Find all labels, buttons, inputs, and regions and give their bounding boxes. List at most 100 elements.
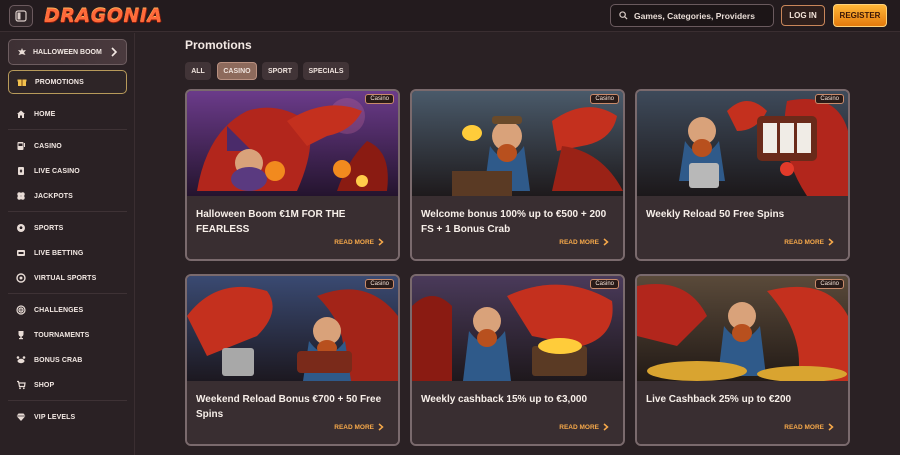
- sidebar-item-label: LIVE BETTING: [34, 249, 84, 257]
- top-header: DRAGONIA LOG IN REGISTER: [0, 0, 900, 32]
- casino-tag: Casino: [590, 279, 619, 289]
- promo-banner-image: Casino: [187, 91, 398, 196]
- crab-icon: [16, 356, 26, 364]
- read-more-link[interactable]: READ MORE: [559, 238, 609, 246]
- page-title: Promotions: [185, 38, 252, 52]
- promo-banner-image: Casino: [412, 276, 623, 381]
- casino-tag: Casino: [365, 94, 394, 104]
- chevron-right-icon: [603, 238, 609, 246]
- casino-tag: Casino: [590, 94, 619, 104]
- search-input[interactable]: [634, 10, 764, 21]
- promo-card-label: HALLOWEEN BOOM: [33, 48, 102, 56]
- sidebar-item-label: SPORTS: [34, 224, 64, 232]
- casino-tag: Casino: [815, 279, 844, 289]
- sidebar-item-promotions[interactable]: PROMOTIONS: [8, 70, 127, 94]
- promo-card-title: Welcome bonus 100% up to €500 + 200 FS +…: [421, 209, 607, 235]
- sidebar-item-label: PROMOTIONS: [35, 78, 84, 86]
- sidebar-item-label: BONUS CRAB: [34, 356, 83, 364]
- chevron-right-icon: [603, 423, 609, 431]
- home-icon: [17, 110, 25, 118]
- filter-chip-sport[interactable]: SPORT: [262, 62, 298, 80]
- sidebar-divider: [8, 293, 127, 294]
- promo-card-weekend-reload[interactable]: Casino Weekend Reload Bonus €700 + 50 Fr…: [185, 274, 400, 446]
- live-icon: [17, 250, 25, 256]
- sidebar-item-tournaments[interactable]: TOURNAMENTS: [8, 326, 127, 344]
- promo-card-title: Live Cashback 25% up to €200: [646, 394, 792, 405]
- read-more-label: READ MORE: [784, 423, 824, 431]
- read-more-link[interactable]: READ MORE: [784, 238, 834, 246]
- sidebar-item-shop[interactable]: SHOP: [8, 376, 127, 394]
- sidebar-item-bonus-crab[interactable]: BONUS CRAB: [8, 351, 127, 369]
- sidebar-item-casino[interactable]: CASINO: [8, 137, 127, 155]
- trophy-icon: [18, 331, 24, 340]
- sidebar-item-label: HOME: [34, 110, 56, 118]
- sidebar-item-label: LIVE CASINO: [34, 167, 80, 175]
- gift-icon: [17, 79, 27, 86]
- search-icon: [619, 11, 628, 20]
- sidebar-toggle-button[interactable]: [9, 5, 33, 27]
- read-more-label: READ MORE: [559, 238, 599, 246]
- promo-card-title: Weekly Reload 50 Free Spins: [646, 209, 785, 220]
- virtual-icon: [16, 273, 26, 283]
- promo-card-weekly-cashback[interactable]: Casino Weekly cashback 15% up to €3,000 …: [410, 274, 625, 446]
- read-more-label: READ MORE: [334, 423, 374, 431]
- sidebar-divider: [8, 129, 127, 130]
- cart-icon: [17, 380, 26, 390]
- soccer-ball-icon: [17, 224, 25, 232]
- filter-chip-all[interactable]: ALL: [185, 62, 211, 80]
- sidebar-item-vip-levels[interactable]: VIP LEVELS: [8, 408, 127, 426]
- chevron-right-icon: [111, 47, 118, 57]
- sidebar-item-jackpots[interactable]: JACKPOTS: [8, 187, 127, 205]
- casino-tag: Casino: [365, 279, 394, 289]
- chevron-right-icon: [378, 238, 384, 246]
- slot-machine-icon: [17, 142, 25, 150]
- chevron-right-icon: [378, 423, 384, 431]
- promo-card-title: Halloween Boom €1M FOR THE FEARLESS: [196, 209, 346, 235]
- login-button[interactable]: LOG IN: [781, 5, 825, 26]
- sidebar-item-label: CASINO: [34, 142, 62, 150]
- sidebar-item-sports[interactable]: SPORTS: [8, 219, 127, 237]
- sidebar-item-label: VIP LEVELS: [34, 413, 76, 421]
- diamond-icon: [16, 413, 26, 421]
- sidebar-item-label: VIRTUAL SPORTS: [34, 274, 97, 282]
- sidebar-item-challenges[interactable]: CHALLENGES: [8, 301, 127, 319]
- read-more-link[interactable]: READ MORE: [334, 423, 384, 431]
- sidebar-item-home[interactable]: HOME: [8, 105, 127, 123]
- search-box[interactable]: [610, 4, 774, 27]
- leaf-icon: [18, 48, 26, 55]
- read-more-label: READ MORE: [784, 238, 824, 246]
- sidebar-item-label: TOURNAMENTS: [34, 331, 90, 339]
- promo-banner-image: Casino: [637, 276, 848, 381]
- filter-chip-specials[interactable]: SPECIALS: [303, 62, 349, 80]
- sidebar: HALLOWEEN BOOM PROMOTIONS HOME CASINO LI…: [0, 33, 135, 455]
- sidebar-item-label: SHOP: [34, 381, 55, 389]
- promo-card-title: Weekly cashback 15% up to €3,000: [421, 394, 588, 405]
- sidebar-toggle-icon: [15, 10, 27, 22]
- clover-icon: [17, 192, 25, 200]
- read-more-label: READ MORE: [559, 423, 599, 431]
- sidebar-divider: [8, 400, 127, 401]
- promo-banner-image: Casino: [412, 91, 623, 196]
- filter-chip-casino[interactable]: CASINO: [217, 62, 257, 80]
- sidebar-item-label: CHALLENGES: [34, 306, 84, 314]
- promo-card-weekly-reload[interactable]: Casino Weekly Reload 50 Free Spins READ …: [635, 89, 850, 261]
- sidebar-item-live-betting[interactable]: LIVE BETTING: [8, 244, 127, 262]
- chevron-right-icon: [828, 238, 834, 246]
- promo-card-live-cashback[interactable]: Casino Live Cashback 25% up to €200 READ…: [635, 274, 850, 446]
- sidebar-item-live-casino[interactable]: LIVE CASINO: [8, 162, 127, 180]
- read-more-link[interactable]: READ MORE: [784, 423, 834, 431]
- card-icon: [18, 167, 24, 175]
- promo-card-halloween-boom[interactable]: Casino Halloween Boom €1M FOR THE FEARLE…: [185, 89, 400, 261]
- promo-banner-image: Casino: [187, 276, 398, 381]
- read-more-label: READ MORE: [334, 238, 374, 246]
- casino-tag: Casino: [815, 94, 844, 104]
- sidebar-item-virtual-sports[interactable]: VIRTUAL SPORTS: [8, 269, 127, 287]
- read-more-link[interactable]: READ MORE: [559, 423, 609, 431]
- halloween-boom-promo-card[interactable]: HALLOWEEN BOOM: [8, 39, 127, 65]
- read-more-link[interactable]: READ MORE: [334, 238, 384, 246]
- register-button[interactable]: REGISTER: [833, 4, 887, 27]
- promo-card-welcome-bonus[interactable]: Casino Welcome bonus 100% up to €500 + 2…: [410, 89, 625, 261]
- dragonia-logo[interactable]: DRAGONIA: [44, 3, 163, 29]
- promo-banner-image: Casino: [637, 91, 848, 196]
- sidebar-divider: [8, 211, 127, 212]
